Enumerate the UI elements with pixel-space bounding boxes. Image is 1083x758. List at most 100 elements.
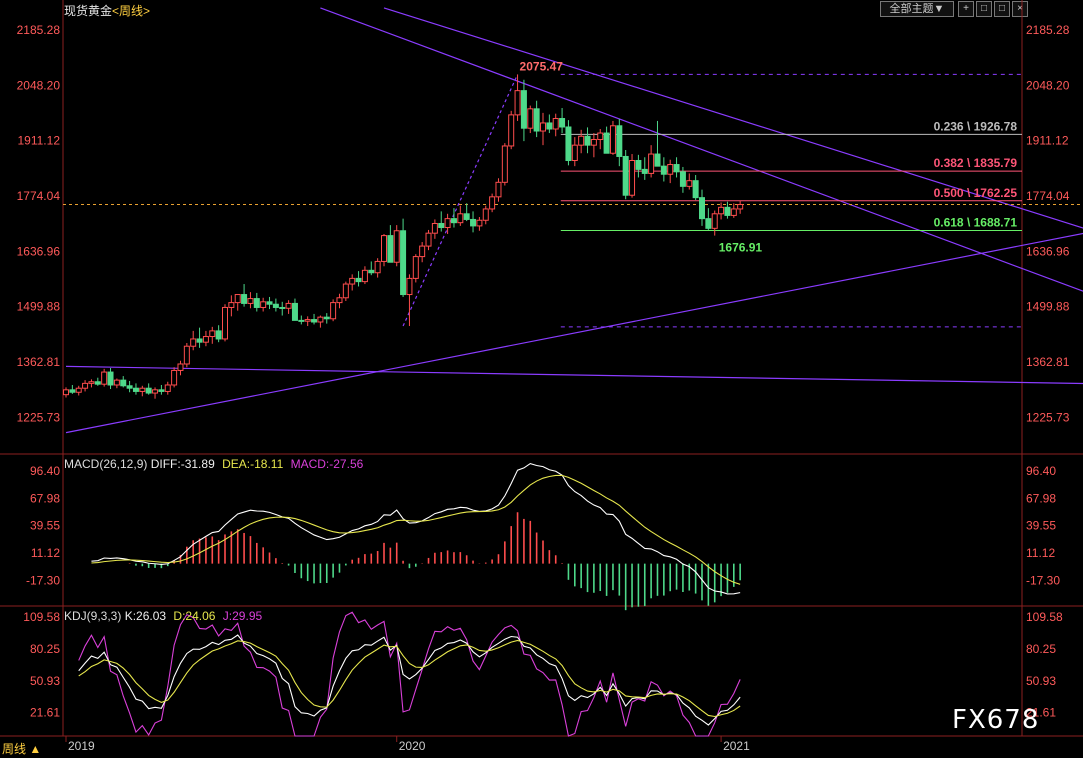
- candle-body: [635, 160, 642, 170]
- price-tick-right: 2185.28: [1026, 23, 1070, 37]
- macd-dea-value: DEA:-18.11: [222, 457, 284, 471]
- candle-body: [374, 260, 381, 274]
- candle-body: [355, 277, 362, 283]
- time-label: 2020: [399, 739, 426, 753]
- candle-body: [253, 298, 260, 308]
- candle-body: [718, 206, 725, 215]
- kdj-k-line: [78, 634, 741, 726]
- timeframe-tab[interactable]: 周线 ▲: [2, 740, 41, 757]
- candle-body: [361, 269, 368, 283]
- candle-body: [699, 197, 705, 220]
- candle-body: [291, 302, 298, 321]
- macd-tick-left: 96.40: [30, 464, 60, 478]
- candle-body: [648, 153, 655, 174]
- price-tick-right: 1225.73: [1026, 410, 1070, 424]
- price-tick-right: 1774.04: [1026, 189, 1070, 203]
- candle-body: [177, 363, 184, 371]
- candle-body: [94, 381, 101, 385]
- candle-body: [419, 245, 426, 258]
- trendlines: [65, 7, 1083, 434]
- kdj-j-value: J:29.95: [222, 609, 263, 623]
- kdj-panel: 109.58 109.5880.25 80.2550.93 50.9321.61 21.…: [23, 610, 1063, 737]
- macd-diff-line: [91, 462, 741, 595]
- candle-body: [234, 294, 241, 304]
- trendline-2: [402, 74, 519, 327]
- fib-level-label: 0.236 \ 1926.78: [934, 119, 1018, 133]
- price-tick-right: 2048.20: [1026, 78, 1070, 92]
- fib-retracement: 0.236 \ 1926.78 0.382 \ 1835.79 0.500 \ 17…: [63, 73, 1083, 328]
- candle-body: [724, 206, 731, 216]
- macd-tick-right: 67.98: [1026, 491, 1056, 505]
- candle-body: [260, 301, 267, 308]
- candle-body: [171, 369, 178, 386]
- watermark-logo: FX678: [952, 705, 1040, 735]
- candle-body: [597, 132, 604, 141]
- candle-body: [400, 230, 407, 296]
- candle-body: [285, 302, 292, 309]
- high-annotation: 2075.47: [520, 60, 564, 74]
- candle-body: [272, 303, 279, 308]
- candle-body: [667, 164, 674, 175]
- kdj-tick-right: 50.93: [1026, 674, 1056, 688]
- fib-level-label: 0.618 \ 1688.71: [934, 215, 1018, 229]
- candle-body: [209, 330, 216, 338]
- price-tick-left: 1636.96: [17, 244, 61, 258]
- candle-body: [387, 235, 394, 263]
- candle-body: [673, 164, 680, 173]
- time-label: 2019: [68, 739, 95, 753]
- candle-body: [228, 302, 235, 308]
- candle-body: [266, 301, 273, 305]
- candle-body: [425, 232, 432, 247]
- candle-body: [438, 222, 445, 229]
- candle-body: [686, 180, 693, 187]
- candle-body: [457, 213, 464, 224]
- price-tick-right: 1636.96: [1026, 244, 1070, 258]
- candle-body: [571, 144, 578, 162]
- candle-body: [660, 165, 667, 175]
- candle-body: [450, 218, 457, 224]
- price-tick-left: 1225.73: [17, 410, 61, 424]
- macd-tick-left: 11.12: [31, 546, 60, 560]
- candle-body: [705, 218, 712, 229]
- macd-tick-left: 67.98: [30, 491, 60, 505]
- candle-body: [552, 118, 559, 130]
- macd-value: MACD:-27.56: [290, 457, 364, 471]
- chart-canvas[interactable]: 0.236 \ 1926.78 0.382 \ 1835.79 0.500 \ 17…: [0, 0, 1083, 758]
- fib-level-label: 0.500 \ 1762.25: [934, 186, 1018, 200]
- kdj-d-value: D:24.06: [173, 609, 216, 623]
- candle-body: [88, 381, 95, 384]
- candle-body: [476, 219, 483, 227]
- candle-body: [463, 213, 470, 220]
- candle-body: [279, 306, 286, 309]
- candle-body: [590, 139, 597, 146]
- candle-body: [412, 256, 419, 279]
- candle-body: [444, 218, 451, 229]
- candle-body: [190, 338, 197, 347]
- candle-body: [82, 382, 89, 389]
- candle-body: [113, 379, 120, 386]
- price-tick-left: 2048.20: [17, 78, 61, 92]
- candle-body: [431, 222, 438, 234]
- macd-panel: 96.40 96.40 67.98 67.98 39.55 39.55 11.12 11.12…: [26, 462, 1060, 611]
- kdj-tick-left: 21.61: [30, 706, 60, 720]
- candle-body: [342, 283, 349, 299]
- macd-tick-right: -17.30: [1026, 573, 1060, 587]
- candle-body: [139, 387, 146, 392]
- candle-body: [508, 114, 515, 147]
- candle-body: [470, 218, 477, 227]
- kdj-tick-left: 80.25: [30, 642, 60, 656]
- candle-body: [654, 153, 661, 167]
- price-tick-left: 1774.04: [17, 189, 61, 203]
- macd-tick-left: 39.55: [30, 519, 60, 533]
- price-axis: 2185.28 2185.28 2048.20 2048.20 1911.12 1911.…: [17, 23, 1070, 424]
- candle-body: [145, 387, 152, 394]
- candle-body: [158, 389, 165, 392]
- time-axis: 2019 2020 2021: [65, 736, 750, 753]
- candle-body: [489, 196, 496, 210]
- kdj-k-value: K:26.03: [124, 609, 167, 623]
- candle-body: [546, 122, 553, 130]
- candle-body: [540, 122, 546, 132]
- candle-body: [616, 125, 623, 157]
- candle-body: [730, 208, 737, 216]
- candle-body: [381, 235, 387, 262]
